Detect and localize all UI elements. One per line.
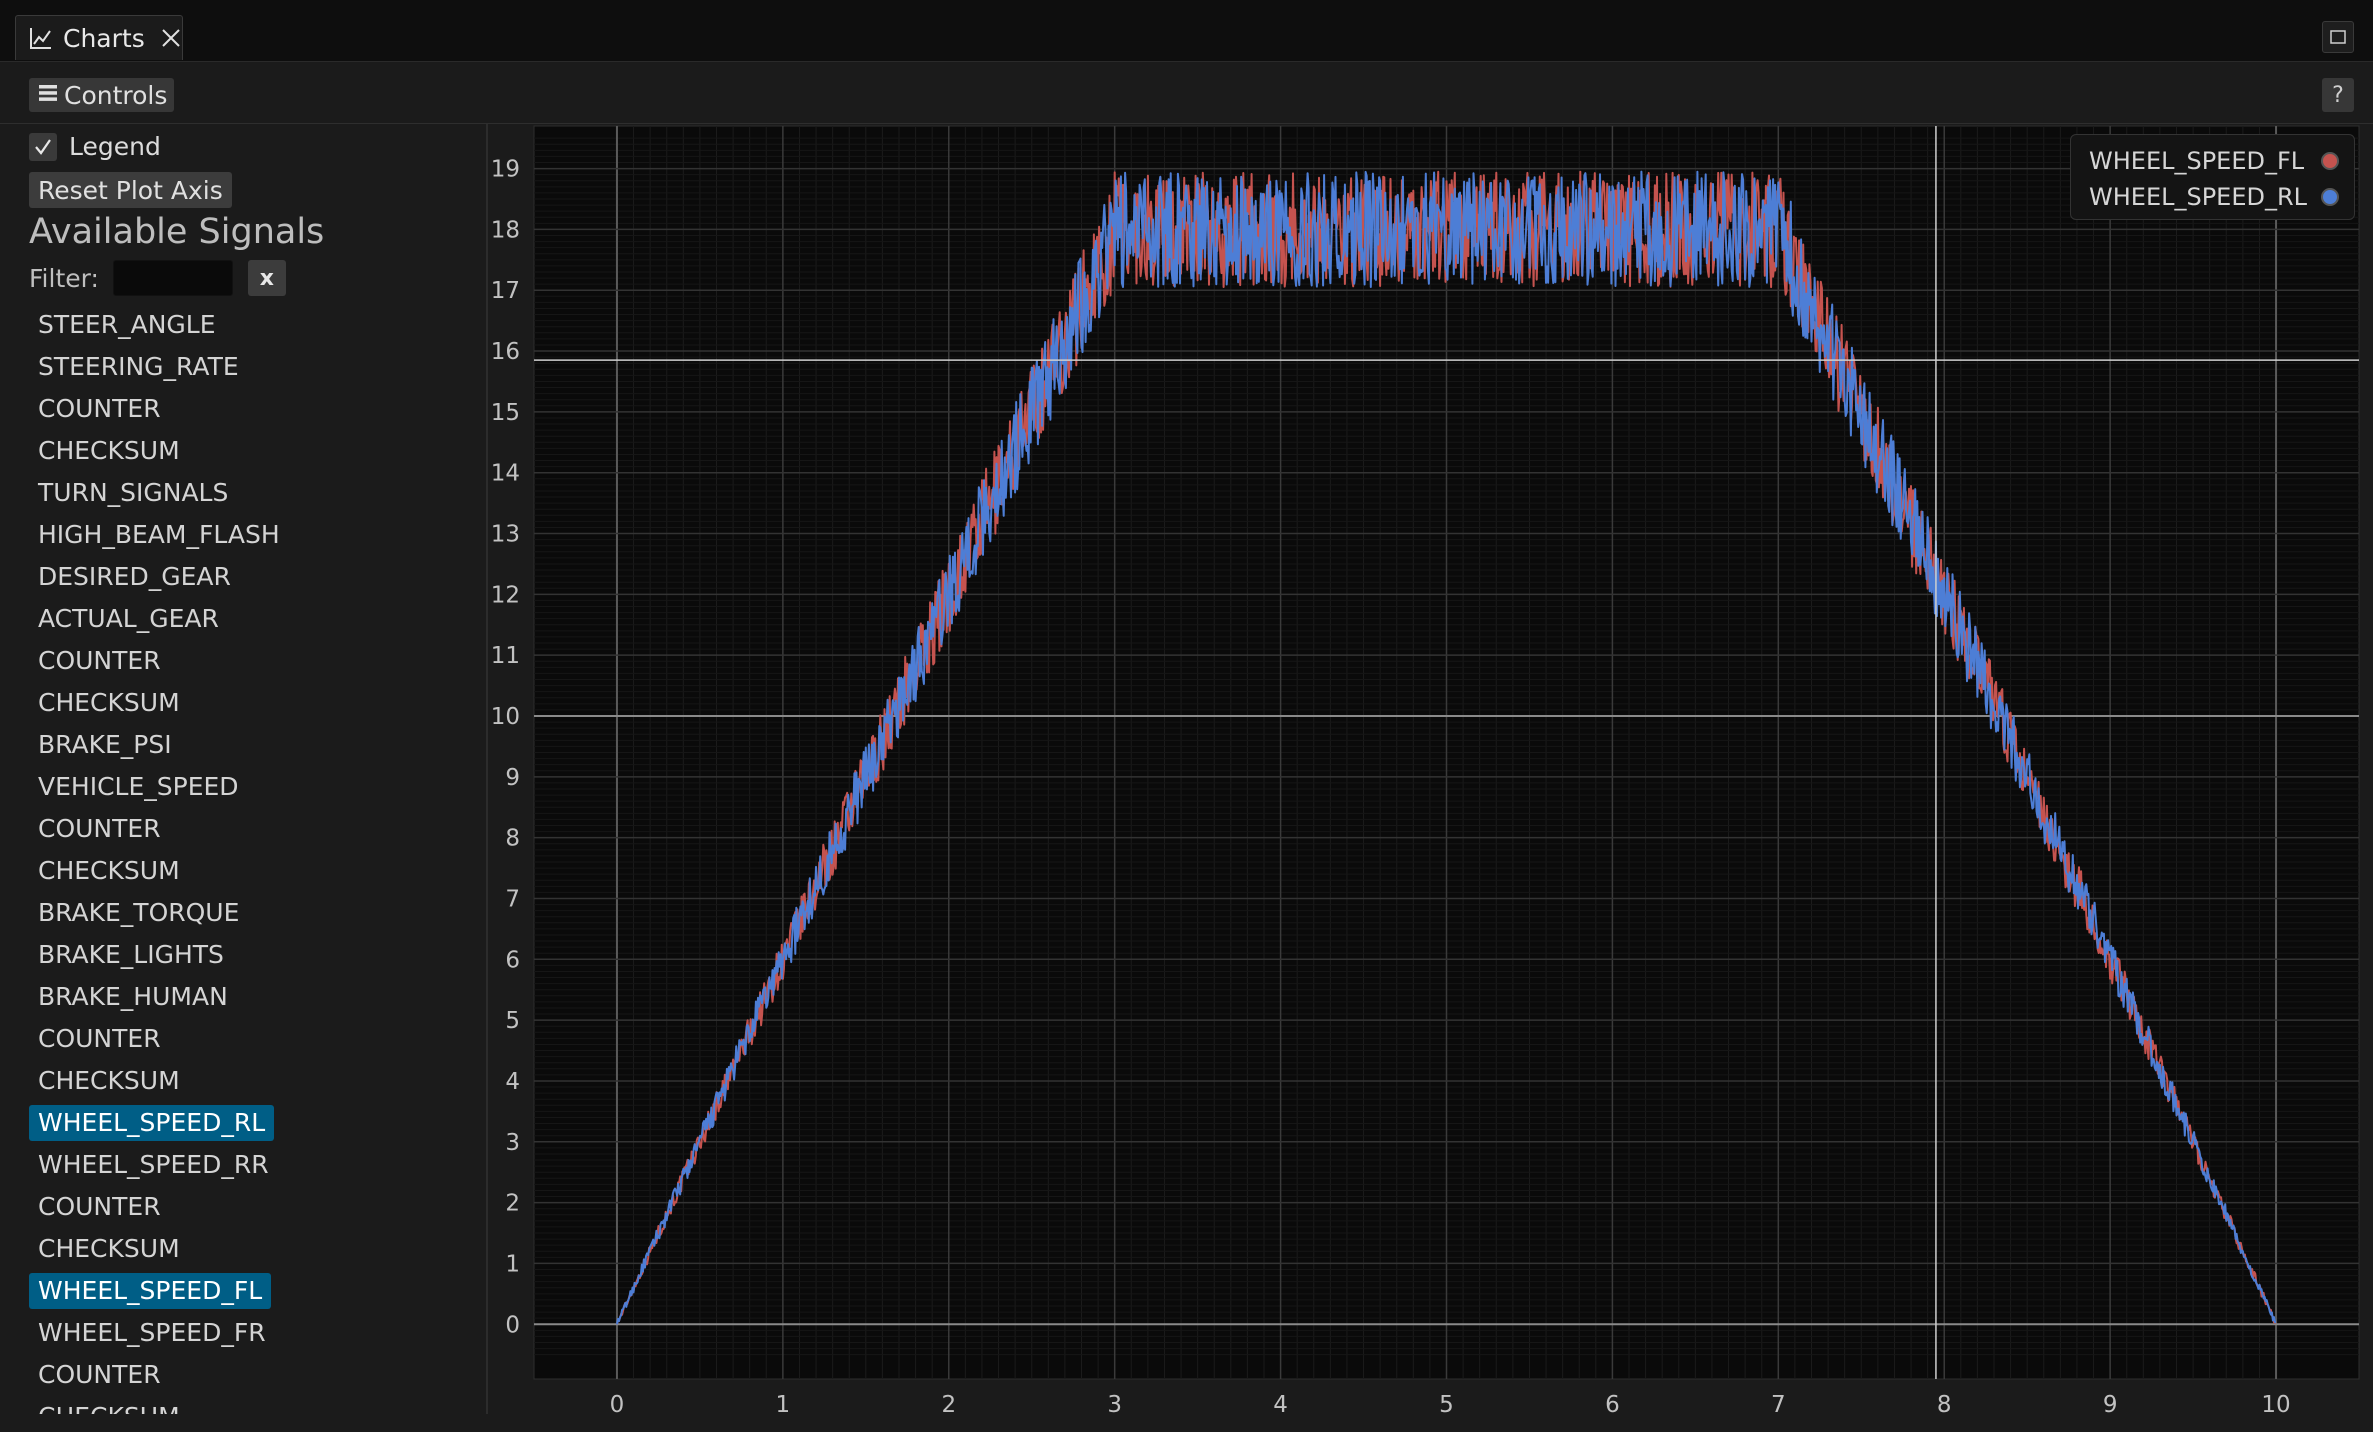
x-tick-label: 10 [2261,1392,2290,1418]
legend-entry-label: WHEEL_SPEED_FL [2089,147,2305,175]
x-tick-label: 3 [1107,1392,1122,1418]
y-tick-label: 15 [491,400,520,426]
y-tick-label: 6 [505,947,520,973]
y-tick-label: 7 [505,886,520,912]
y-tick-label: 14 [491,461,520,487]
legend-entry-label: WHEEL_SPEED_RL [2089,183,2308,211]
y-tick-label: 5 [505,1008,520,1034]
y-tick-label: 11 [491,643,520,669]
y-tick-label: 10 [491,704,520,730]
y-tick-label: 12 [491,582,520,608]
x-tick-label: 0 [610,1392,625,1418]
y-tick-label: 0 [505,1312,520,1338]
x-tick-label: 1 [776,1392,791,1418]
y-tick-label: 16 [491,339,520,365]
y-tick-label: 19 [491,157,520,183]
x-tick-label: 7 [1771,1392,1786,1418]
legend-dot-rl [2321,188,2339,206]
y-axis: 012345678910111213141516171819 [491,157,520,1339]
y-tick-label: 17 [491,278,520,304]
y-tick-label: 1 [505,1251,520,1277]
plot-area[interactable]: 0 1 2 3 4 5 6 7 8 9 10 012345678910111213141516171… [0,0,2373,1432]
x-tick-label: 9 [2103,1392,2118,1418]
plot-legend[interactable]: WHEEL_SPEED_FL WHEEL_SPEED_RL [2070,134,2355,220]
legend-dot-fl [2321,152,2339,170]
y-tick-label: 4 [505,1069,520,1095]
legend-entry-rl[interactable]: WHEEL_SPEED_RL [2089,183,2339,211]
y-tick-label: 2 [505,1191,520,1217]
y-tick-label: 13 [491,522,520,548]
y-tick-label: 3 [505,1130,520,1156]
x-tick-label: 5 [1439,1392,1454,1418]
x-tick-label: 8 [1937,1392,1952,1418]
y-tick-label: 18 [491,217,520,243]
y-tick-label: 8 [505,826,520,852]
x-tick-label: 6 [1605,1392,1620,1418]
x-tick-label: 4 [1273,1392,1288,1418]
x-tick-label: 2 [941,1392,956,1418]
legend-entry-fl[interactable]: WHEEL_SPEED_FL [2089,147,2339,175]
charts-window: Charts Controls ? Legend Reset Plot Axis… [0,0,2373,1432]
y-tick-label: 9 [505,765,520,791]
x-axis: 0 1 2 3 4 5 6 7 8 9 10 [610,1392,2291,1418]
